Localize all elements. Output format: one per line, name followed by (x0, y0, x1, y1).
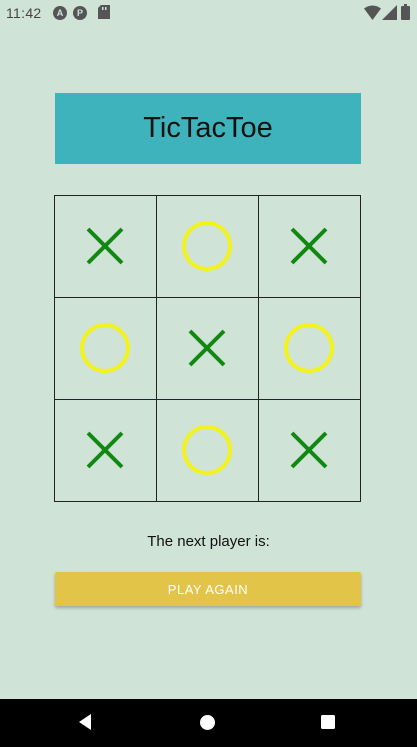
board-cell-4[interactable] (53, 296, 157, 400)
board-cell-6[interactable] (257, 296, 361, 400)
x-mark-icon (188, 329, 226, 367)
play-again-button[interactable]: PLAY AGAIN (55, 572, 361, 606)
game-board (53, 194, 361, 502)
board-cell-2[interactable] (155, 194, 259, 298)
x-mark-icon (290, 227, 328, 265)
x-mark-icon (290, 431, 328, 469)
o-mark-icon (284, 323, 334, 373)
next-player-label: The next player is: (147, 533, 270, 550)
board-cell-9[interactable] (257, 398, 361, 502)
o-mark-icon (182, 221, 232, 271)
x-mark-icon (86, 431, 124, 469)
app-title: TicTacToe (143, 112, 273, 144)
app-a-icon: A (53, 6, 67, 20)
status-time: 11:42 (6, 5, 42, 21)
signal-icon (382, 5, 397, 20)
board-cell-7[interactable] (53, 398, 157, 502)
board-cell-3[interactable] (257, 194, 361, 298)
o-mark-icon (80, 323, 130, 373)
wifi-icon (364, 5, 381, 20)
battery-icon (401, 4, 410, 20)
x-mark-icon (86, 227, 124, 265)
status-bar: 11:42 A P (0, 0, 417, 26)
sd-card-icon (98, 5, 110, 19)
app-p-icon: P (73, 6, 87, 20)
play-again-label: PLAY AGAIN (167, 581, 249, 597)
back-icon[interactable] (76, 713, 94, 731)
board-cell-1[interactable] (53, 194, 157, 298)
home-icon[interactable] (199, 714, 216, 731)
board-cell-8[interactable] (155, 398, 259, 502)
o-mark-icon (182, 425, 232, 475)
navigation-bar (0, 699, 417, 747)
title-banner: TicTacToe (55, 93, 361, 164)
board-cell-5[interactable] (155, 296, 259, 400)
recents-icon[interactable] (320, 714, 336, 730)
